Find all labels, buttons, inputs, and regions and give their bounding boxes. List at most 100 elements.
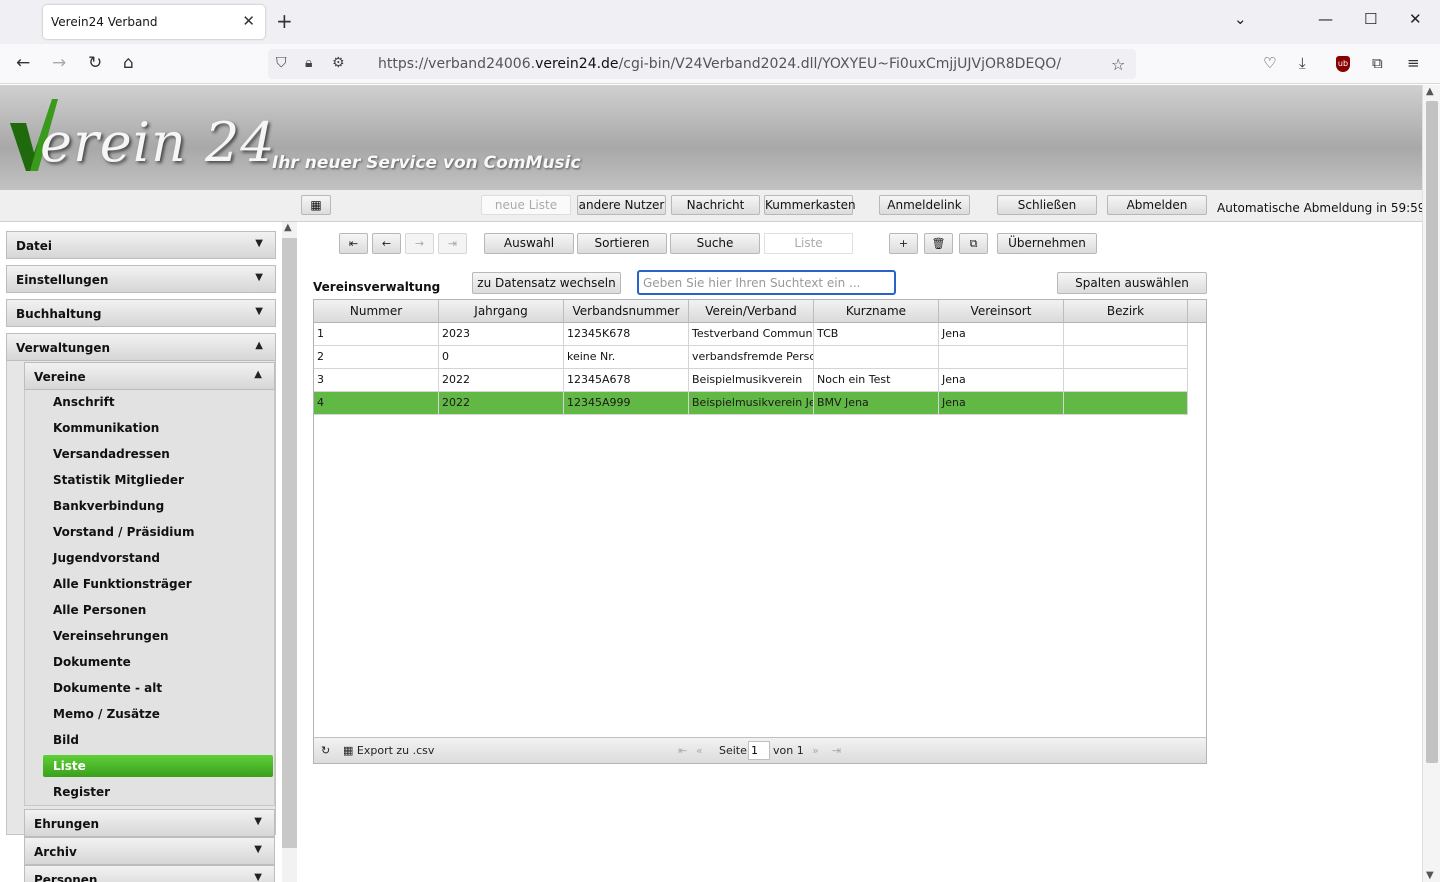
sidebar-item-memo[interactable]: Memo / Zusätze — [43, 703, 273, 725]
shield-icon[interactable]: ⛉ — [276, 55, 287, 71]
refresh-icon[interactable]: ↻ — [321, 744, 330, 757]
sidebar-section-buchhaltung[interactable]: Buchhaltung ▼ — [6, 299, 276, 327]
table-cell: Jena — [939, 323, 1064, 345]
table-cell: 1 — [314, 323, 439, 345]
apply-button[interactable]: Übernehmen — [997, 233, 1097, 254]
column-header[interactable]: Verbandsnummer — [564, 300, 689, 323]
select-columns-button[interactable]: Spalten auswählen — [1057, 272, 1207, 294]
url-bar[interactable]: ⛉ 🔒︎ ⚙ https://verband24006.verein24.de/… — [268, 49, 1136, 79]
plus-icon: + — [898, 237, 909, 250]
export-csv-button[interactable]: ▦ Export zu .csv — [343, 744, 434, 757]
sidebar-section-verwaltungen[interactable]: Verwaltungen ▲ — [6, 333, 276, 361]
column-header[interactable]: Jahrgang — [439, 300, 564, 323]
sidebar-scrollbar[interactable]: ▲ — [282, 222, 297, 882]
sidebar-item-vorstand[interactable]: Vorstand / Präsidium — [43, 521, 273, 543]
sidebar-subsection-vereine[interactable]: Vereine ▲ — [24, 362, 275, 390]
pocket-icon[interactable]: ♡ — [1263, 54, 1276, 72]
message-button[interactable]: Nachricht — [671, 195, 760, 215]
back-icon[interactable]: ← — [16, 53, 30, 73]
search-input[interactable] — [637, 270, 896, 295]
sidebar-item-bild[interactable]: Bild — [43, 729, 273, 751]
bookmark-star-icon[interactable]: ☆ — [1111, 55, 1125, 74]
sidebar-item-bankverbindung[interactable]: Bankverbindung — [43, 495, 273, 517]
column-header[interactable]: Bezirk — [1064, 300, 1188, 323]
sidebar-item-dokumente[interactable]: Dokumente — [43, 651, 273, 673]
sidebar-section-einstellungen[interactable]: Einstellungen ▼ — [6, 265, 276, 293]
search-button[interactable]: Suche — [670, 233, 760, 254]
page-scrollbar[interactable]: ▲ ▼ — [1422, 85, 1440, 882]
sidebar-item-register[interactable]: Register — [43, 781, 273, 803]
sidebar-item-alle-funktionstraeger[interactable]: Alle Funktionsträger — [43, 573, 273, 595]
extensions-icon[interactable]: ⧉ — [1372, 54, 1383, 72]
close-button[interactable]: Schließen — [997, 195, 1097, 215]
add-button[interactable]: + — [889, 233, 918, 254]
download-icon[interactable]: ⤓ — [1299, 54, 1306, 72]
sidebar-subsection-ehrungen[interactable]: Ehrungen ▼ — [24, 809, 275, 837]
browser-tab[interactable]: Verein24 Verband ✕ — [43, 5, 265, 39]
sidebar-item-kommunikation[interactable]: Kommunikation — [43, 417, 273, 439]
sidebar-item-jugendvorstand[interactable]: Jugendvorstand — [43, 547, 273, 569]
reload-icon[interactable]: ↻ — [88, 53, 102, 73]
new-tab-icon[interactable]: + — [276, 9, 293, 33]
sidebar-section-datei[interactable]: Datei ▼ — [6, 231, 276, 259]
column-header[interactable]: Nummer — [314, 300, 439, 323]
lock-icon[interactable]: 🔒︎ — [305, 55, 312, 71]
ublock-icon[interactable]: ub — [1336, 56, 1350, 72]
sort-button[interactable]: Sortieren — [577, 233, 667, 254]
complaint-box-button[interactable]: Kummerkasten — [764, 195, 856, 215]
sidebar-item-dokumente-alt[interactable]: Dokumente - alt — [43, 677, 273, 699]
column-header[interactable]: Vereinsort — [939, 300, 1064, 323]
last-page-icon[interactable]: ⇥ — [832, 744, 841, 757]
menu-toggle-button[interactable]: ▦ — [301, 195, 331, 215]
logout-button[interactable]: Abmelden — [1107, 195, 1207, 215]
scroll-up-icon[interactable]: ▲ — [284, 222, 292, 233]
next-page-icon[interactable]: » — [812, 744, 819, 757]
first-page-icon[interactable]: ⇤ — [678, 744, 687, 757]
chevron-up-icon: ▲ — [255, 340, 263, 351]
sidebar-item-anschrift[interactable]: Anschrift — [43, 391, 273, 413]
other-users-button[interactable]: andere Nutzer — [577, 195, 666, 215]
new-list-button[interactable]: neue Liste — [481, 195, 571, 215]
sidebar-subsection-archiv[interactable]: Archiv ▼ — [24, 837, 275, 865]
prev-page-icon[interactable]: « — [696, 744, 703, 757]
table-row[interactable]: 1 2023 12345K678 Testverband Communic TC… — [314, 323, 1188, 346]
table-row[interactable]: 3 2022 12345A678 Beispielmusikverein Noc… — [314, 369, 1188, 392]
table-row[interactable]: 2 0 keine Nr. verbandsfremde Person — [314, 346, 1188, 369]
sidebar-item-vereinsehrungen[interactable]: Vereinsehrungen — [43, 625, 273, 647]
forward-icon[interactable]: → — [52, 53, 66, 73]
scroll-up-icon[interactable]: ▲ — [1426, 86, 1434, 97]
home-icon[interactable]: ⌂ — [123, 53, 134, 73]
permissions-icon[interactable]: ⚙ — [332, 55, 345, 71]
next-record-button[interactable]: → — [405, 233, 434, 254]
sidebar-subsection-personen[interactable]: Personen ▼ — [24, 865, 275, 882]
app-menu-icon[interactable]: ≡ — [1407, 54, 1420, 72]
column-header[interactable]: Kurzname — [814, 300, 939, 323]
close-tab-icon[interactable]: ✕ — [242, 12, 255, 30]
scroll-down-icon[interactable]: ▼ — [1426, 870, 1434, 881]
sidebar-scroll-thumb[interactable] — [282, 238, 297, 848]
list-field[interactable]: Liste — [764, 233, 853, 254]
close-window-icon[interactable]: ✕ — [1409, 10, 1422, 28]
logo-text: erein 24 — [40, 111, 276, 174]
page-label: Seite — [719, 744, 747, 757]
first-record-button[interactable]: ⇤ — [339, 233, 368, 254]
sidebar-item-statistik-mitglieder[interactable]: Statistik Mitglieder — [43, 469, 273, 491]
table-row-selected[interactable]: 4 2022 12345A999 Beispielmusikverein Jen… — [314, 392, 1188, 415]
select-button[interactable]: Auswahl — [484, 233, 574, 254]
delete-button[interactable]: 🗑︎ — [924, 233, 953, 254]
sidebar-item-liste[interactable]: Liste — [43, 755, 273, 777]
url-text[interactable]: https://verband24006.verein24.de/cgi-bin… — [378, 56, 1061, 72]
signup-link-button[interactable]: Anmeldelink — [879, 195, 970, 215]
sidebar-item-alle-personen[interactable]: Alle Personen — [43, 599, 273, 621]
column-header[interactable]: Verein/Verband — [689, 300, 814, 323]
switch-record-button[interactable]: zu Datensatz wechseln — [472, 272, 621, 294]
minimize-icon[interactable]: — — [1318, 10, 1333, 28]
last-record-button[interactable]: ⇥ — [438, 233, 467, 254]
copy-button[interactable]: ⧉ — [959, 233, 988, 254]
sidebar-item-versandadressen[interactable]: Versandadressen — [43, 443, 273, 465]
page-scroll-thumb[interactable] — [1426, 101, 1438, 763]
tab-list-icon[interactable]: ⌄ — [1234, 10, 1247, 28]
maximize-icon[interactable]: ☐ — [1364, 10, 1377, 28]
page-number-input[interactable] — [748, 741, 770, 760]
prev-record-button[interactable]: ← — [372, 233, 401, 254]
